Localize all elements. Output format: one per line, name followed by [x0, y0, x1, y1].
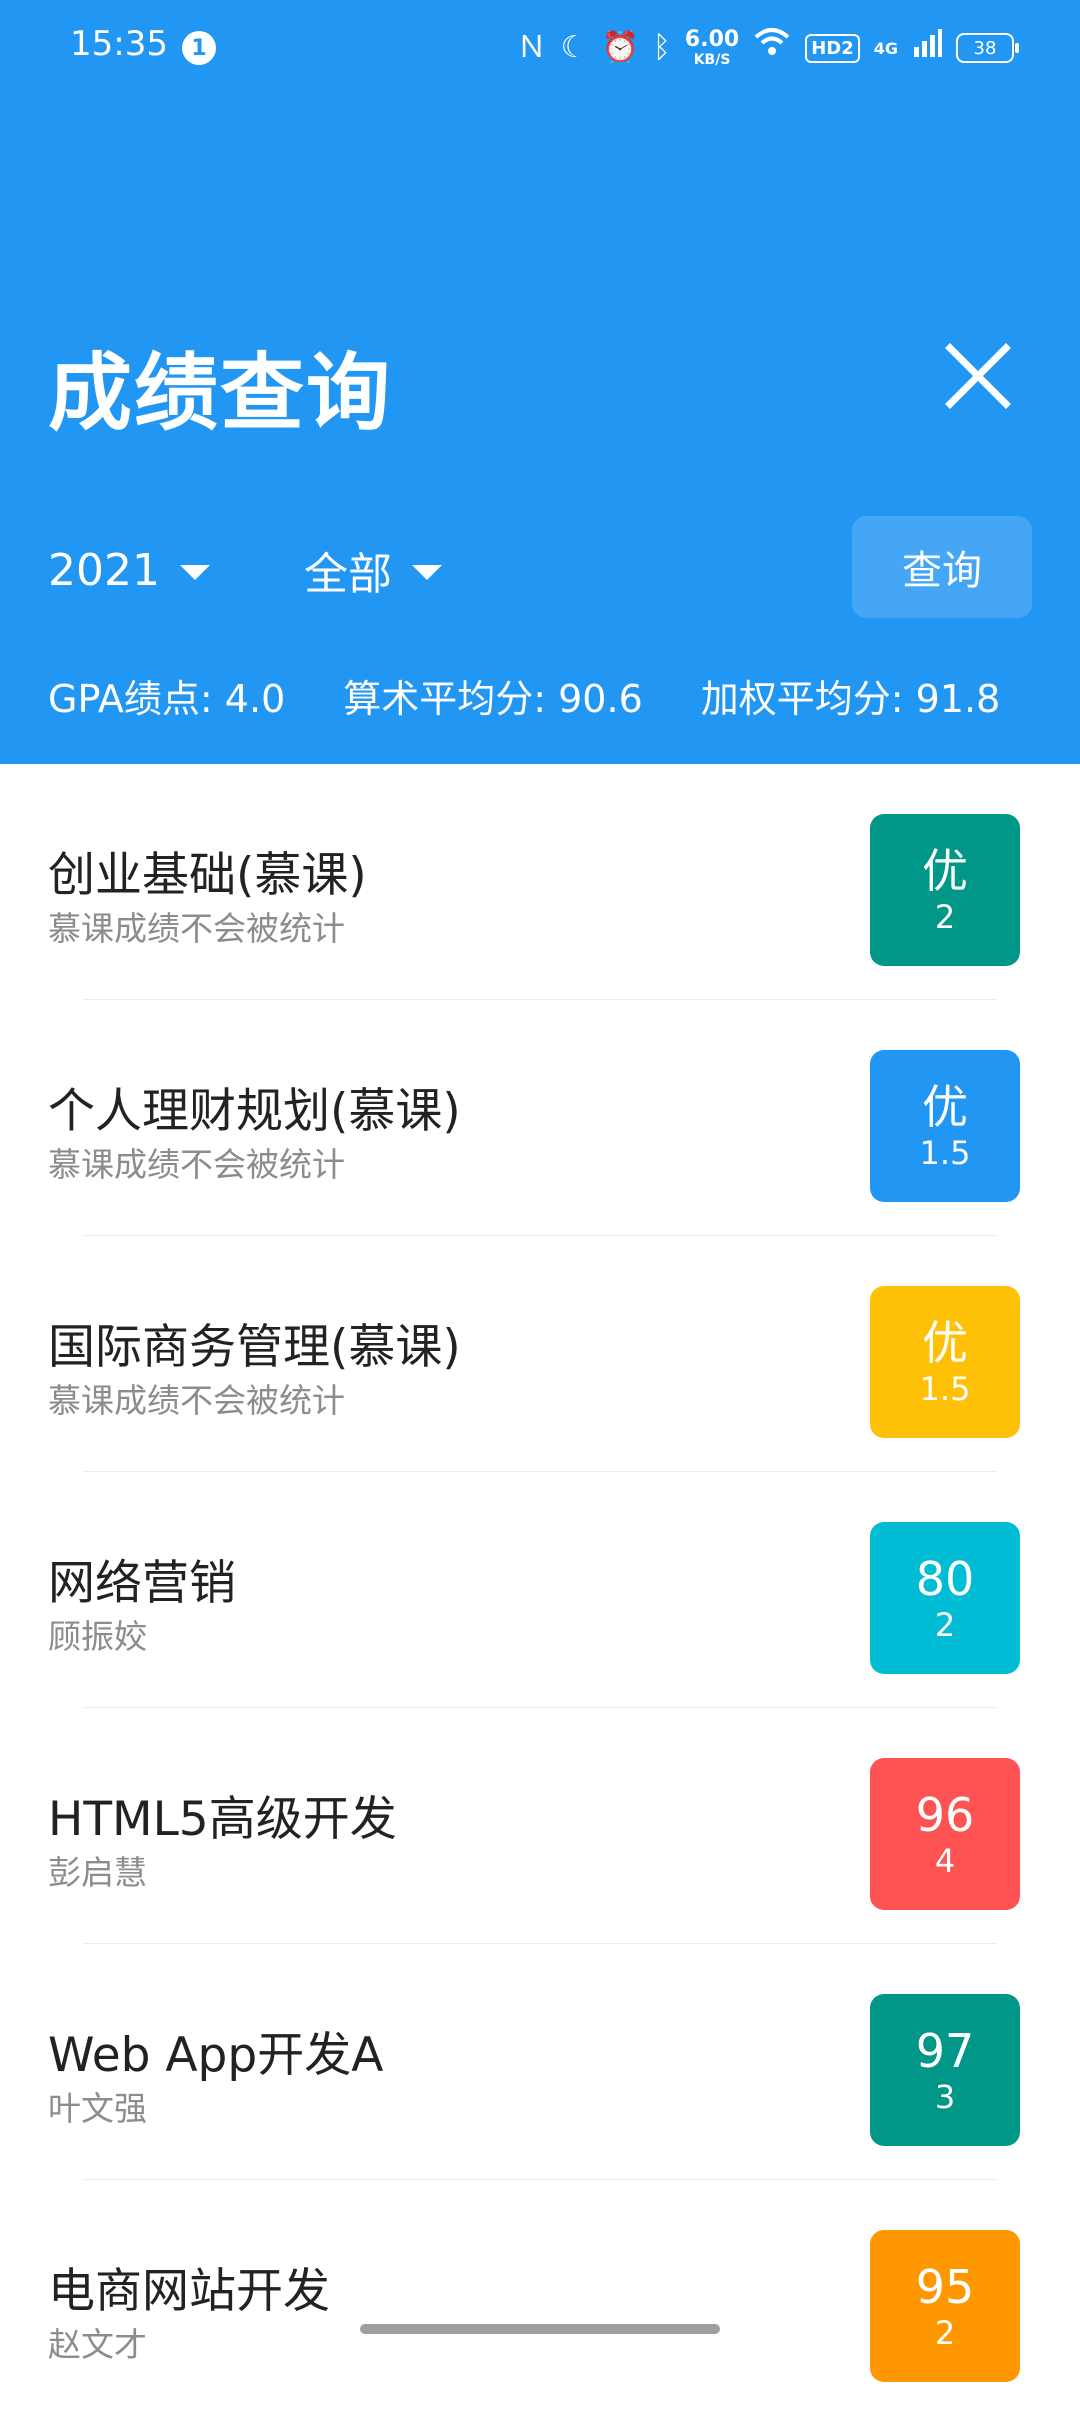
battery-icon: 38: [956, 33, 1019, 63]
course-subtitle: 顾振姣: [48, 1617, 147, 1656]
score-badge: 优 2: [870, 814, 1020, 966]
score-value: 优: [922, 844, 968, 898]
chevron-down-icon: [179, 564, 210, 580]
course-subtitle: 赵文才: [48, 2325, 147, 2364]
score-badge: 95 2: [870, 2230, 1020, 2382]
course-name: 电商网站开发: [48, 2264, 330, 2319]
year-dropdown[interactable]: 2021: [48, 540, 210, 600]
list-item[interactable]: 个人理财规划(慕课) 慕课成绩不会被统计 优 1.5: [0, 1000, 1080, 1236]
status-bar: 15:35 1 Ｎ ☾ ⏰ ᛒ 6.00 KB/S HD2 4G 38: [0, 0, 1080, 96]
list-item[interactable]: 国际商务管理(慕课) 慕课成绩不会被统计 优 1.5: [0, 1236, 1080, 1472]
course-name: HTML5高级开发: [48, 1792, 397, 1847]
course-subtitle: 慕课成绩不会被统计: [48, 1145, 345, 1184]
nfc-icon: Ｎ: [516, 30, 547, 65]
network-type: 4G: [873, 38, 898, 58]
course-subtitle: 叶文强: [48, 2089, 147, 2128]
score-badge: 97 3: [870, 1994, 1020, 2146]
term-dropdown[interactable]: 全部: [304, 540, 442, 600]
net-speed-value: 6.00: [684, 27, 740, 52]
score-value: 96: [915, 1788, 975, 1842]
chevron-down-icon: [412, 564, 442, 580]
course-name: 网络营销: [48, 1556, 236, 1611]
list-item[interactable]: 电商网站开发 赵文才 95 2: [0, 2180, 1080, 2416]
weighted-average-stat: 加权平均分: 91.8: [700, 677, 1001, 721]
close-button[interactable]: [940, 338, 1016, 414]
status-icons: Ｎ ☾ ⏰ ᛒ 6.00 KB/S HD2 4G 38: [516, 26, 1019, 70]
year-value: 2021: [48, 544, 160, 596]
score-badge: 优 1.5: [870, 1286, 1020, 1438]
credit-value: 1.5: [919, 1134, 971, 1172]
app-header: 15:35 1 Ｎ ☾ ⏰ ᛒ 6.00 KB/S HD2 4G 38 成绩查询: [0, 0, 1080, 764]
arithmetic-average-stat: 算术平均分: 90.6: [343, 677, 643, 721]
status-time: 15:35: [70, 24, 168, 64]
gpa-stat: GPA绩点: 4.0: [48, 677, 286, 721]
course-name: Web App开发A: [48, 2028, 384, 2083]
list-item[interactable]: Web App开发A 叶文强 97 3: [0, 1944, 1080, 2180]
credit-value: 1.5: [919, 1370, 971, 1408]
net-speed-unit: KB/S: [693, 52, 731, 68]
page-title: 成绩查询: [48, 344, 393, 442]
wifi-icon: [753, 26, 791, 70]
credit-value: 2: [934, 898, 956, 936]
score-value: 97: [915, 2024, 975, 2078]
course-subtitle: 慕课成绩不会被统计: [48, 909, 345, 948]
course-name: 个人理财规划(慕课): [48, 1084, 461, 1139]
net-speed: 6.00 KB/S: [684, 27, 740, 68]
query-button[interactable]: 查询: [852, 516, 1032, 618]
home-indicator[interactable]: [360, 2324, 720, 2334]
score-value: 优: [922, 1316, 968, 1370]
course-name: 国际商务管理(慕课): [48, 1320, 461, 1375]
term-value: 全部: [304, 549, 392, 600]
grade-list: 创业基础(慕课) 慕课成绩不会被统计 优 2 个人理财规划(慕课) 慕课成绩不会…: [0, 764, 1080, 2416]
score-value: 95: [915, 2260, 975, 2314]
credit-value: 2: [934, 1606, 956, 1644]
grade-stats: GPA绩点: 4.0 算术平均分: 90.6 加权平均分: 91.8: [48, 668, 1001, 721]
score-badge: 优 1.5: [870, 1050, 1020, 1202]
hd-icon: HD2: [805, 33, 860, 63]
score-badge: 96 4: [870, 1758, 1020, 1910]
credit-value: 3: [934, 2078, 956, 2116]
score-value: 80: [915, 1552, 975, 1606]
list-item[interactable]: 网络营销 顾振姣 80 2: [0, 1472, 1080, 1708]
list-item[interactable]: 创业基础(慕课) 慕课成绩不会被统计 优 2: [0, 764, 1080, 1000]
credit-value: 2: [934, 2314, 956, 2352]
alarm-icon: ⏰: [601, 30, 639, 65]
list-item[interactable]: HTML5高级开发 彭启慧 96 4: [0, 1708, 1080, 1944]
signal-icon: [912, 26, 942, 70]
notification-badge: 1: [182, 31, 216, 65]
course-name: 创业基础(慕课): [48, 848, 367, 903]
course-subtitle: 慕课成绩不会被统计: [48, 1381, 345, 1420]
close-icon: [945, 343, 1011, 409]
score-value: 优: [922, 1080, 968, 1134]
moon-icon: ☾: [560, 30, 588, 65]
bluetooth-icon: ᛒ: [652, 30, 671, 65]
credit-value: 4: [934, 1842, 956, 1880]
score-badge: 80 2: [870, 1522, 1020, 1674]
course-subtitle: 彭启慧: [48, 1853, 147, 1892]
